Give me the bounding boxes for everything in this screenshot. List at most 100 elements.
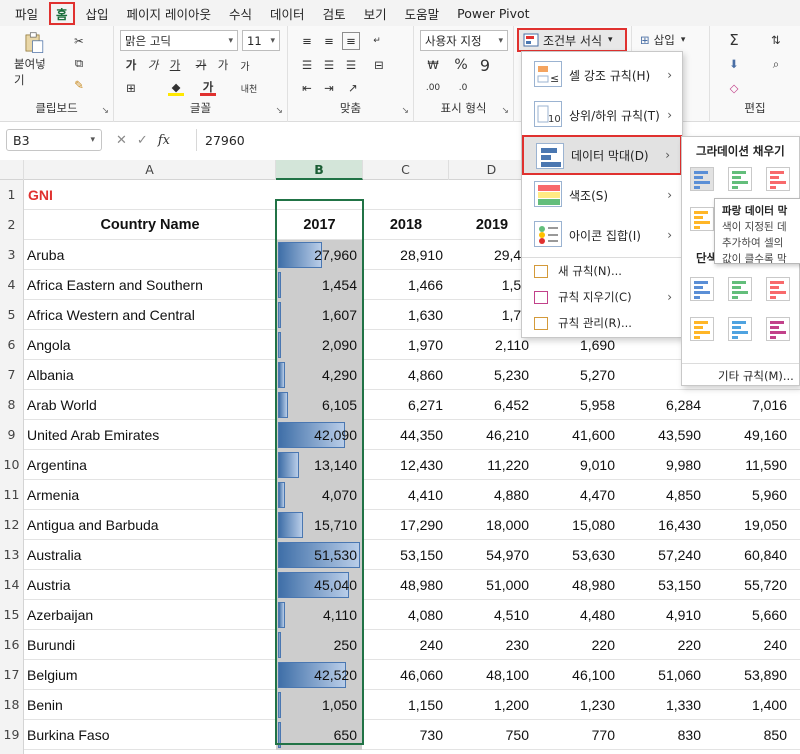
cell-g[interactable]: 60,840 [707, 540, 793, 570]
row-header[interactable]: 14 [0, 570, 24, 600]
cell-f[interactable]: 4,910 [621, 600, 707, 630]
row-header[interactable]: 20 [0, 750, 24, 754]
cell-a[interactable]: Burkina Faso [24, 720, 276, 750]
cell-b[interactable]: 27,960 [276, 240, 363, 270]
cell-f[interactable]: 51,060 [621, 660, 707, 690]
tab-file[interactable]: 파일 [8, 2, 45, 25]
cell-b[interactable]: 6,105 [276, 390, 363, 420]
cell-f[interactable]: 9,980 [621, 450, 707, 480]
increase-decimal-icon[interactable]: .00 [422, 80, 444, 96]
cell-e[interactable]: 220 [535, 630, 621, 660]
tab-insert[interactable]: 삽입 [79, 2, 116, 25]
row-header[interactable]: 4 [0, 270, 24, 300]
cell-e[interactable]: 53,630 [535, 540, 621, 570]
italic-button[interactable]: 가 [146, 56, 160, 74]
row-header[interactable]: 10 [0, 450, 24, 480]
cell-a[interactable]: United Arab Emirates [24, 420, 276, 450]
row-header[interactable]: 11 [0, 480, 24, 510]
cell-d[interactable]: 750 [449, 720, 535, 750]
cell-b[interactable]: 2,090 [276, 330, 363, 360]
cell-f[interactable]: 220 [621, 630, 707, 660]
format-painter-icon[interactable]: ✎ [70, 76, 88, 94]
row-header[interactable]: 12 [0, 510, 24, 540]
borders-icon[interactable]: ⊞ [124, 80, 138, 96]
cell-a[interactable]: Armenia [24, 480, 276, 510]
row-header[interactable]: 19 [0, 720, 24, 750]
cell-d[interactable]: 1,200 [449, 690, 535, 720]
cell-b[interactable]: 4,110 [276, 600, 363, 630]
cell-g[interactable]: 1,400 [707, 690, 793, 720]
cell-a[interactable]: Antigua and Barbuda [24, 510, 276, 540]
sort-filter-icon[interactable]: ⇅ [762, 30, 790, 50]
accounting-format-icon[interactable]: ₩ [422, 56, 444, 74]
column-header-b[interactable]: B [276, 160, 363, 180]
comma-style-icon[interactable]: 9 [476, 56, 494, 75]
cell-b[interactable]: 45,040 [276, 570, 363, 600]
cell-a[interactable]: Burundi [24, 630, 276, 660]
cell-b[interactable]: 51,530 [276, 540, 363, 570]
cell-a[interactable]: Albania [24, 360, 276, 390]
row-header[interactable]: 2 [0, 210, 24, 240]
row-header[interactable]: 8 [0, 390, 24, 420]
cell-c[interactable]: 1,150 [363, 690, 449, 720]
tab-page-layout[interactable]: 페이지 레이아웃 [120, 2, 218, 25]
increase-indent-icon[interactable]: ⇥ [320, 80, 338, 96]
cell-f[interactable]: 57,240 [621, 540, 707, 570]
tab-review[interactable]: 검토 [316, 2, 353, 25]
color-scales-item[interactable]: 색조(S) › [522, 175, 682, 215]
cell-b[interactable]: 1,050 [276, 690, 363, 720]
row-header[interactable]: 1 [0, 180, 24, 210]
cell-a[interactable]: Australia [24, 540, 276, 570]
top-bottom-rules-item[interactable]: 10 상위/하위 규칙(T) › [522, 95, 682, 135]
cell-c[interactable]: 44,350 [363, 420, 449, 450]
cell-b[interactable]: 15,710 [276, 510, 363, 540]
cell-b[interactable]: 1,607 [276, 300, 363, 330]
cell-g[interactable]: 49,160 [707, 420, 793, 450]
cell-c[interactable]: 1,970 [363, 330, 449, 360]
row-header[interactable]: 7 [0, 360, 24, 390]
gradient-orange-swatch[interactable] [690, 207, 714, 231]
cell-g[interactable]: 5,660 [707, 600, 793, 630]
cell-a[interactable]: Angola [24, 330, 276, 360]
align-bottom-icon[interactable]: ≡ [342, 32, 360, 50]
cell-e[interactable]: 5,270 [535, 360, 621, 390]
cell-a[interactable]: Arab World [24, 390, 276, 420]
align-center-icon[interactable]: ☰ [320, 56, 338, 74]
tab-data[interactable]: 데이터 [263, 2, 312, 25]
cell-d[interactable]: 18,000 [449, 510, 535, 540]
grow-font-button[interactable]: 가 [216, 56, 230, 74]
new-rule-item[interactable]: 새 규칙(N)... [522, 258, 682, 284]
cut-icon[interactable]: ✂ [70, 32, 88, 50]
tab-view[interactable]: 보기 [357, 2, 394, 25]
cell-c[interactable]: 53,150 [363, 540, 449, 570]
solid-green-swatch[interactable] [728, 277, 752, 301]
cell-b[interactable]: 4,070 [276, 480, 363, 510]
cell-d[interactable]: 54,970 [449, 540, 535, 570]
cell-b[interactable]: 42,090 [276, 420, 363, 450]
icon-sets-item[interactable]: 아이콘 집합(I) › [522, 215, 682, 255]
fill-icon[interactable]: ⬇ [722, 54, 746, 74]
cell-e[interactable]: 48,980 [535, 570, 621, 600]
cell-b[interactable]: 650 [276, 720, 363, 750]
align-left-icon[interactable]: ☰ [298, 56, 316, 74]
wrap-text-icon[interactable]: ↵ [368, 32, 386, 50]
bold-button[interactable]: 가 [124, 56, 138, 74]
gradient-green-swatch[interactable] [728, 167, 752, 191]
cell-c[interactable]: 28,910 [363, 240, 449, 270]
cell-a[interactable]: Country Name [24, 210, 276, 240]
gradient-red-swatch[interactable] [766, 167, 790, 191]
font-launcher-icon[interactable]: ↘ [275, 106, 283, 116]
cell-e[interactable]: 1,230 [535, 690, 621, 720]
cell-c[interactable]: 4,410 [363, 480, 449, 510]
row-header[interactable]: 16 [0, 630, 24, 660]
cell-a[interactable]: Azerbaijan [24, 600, 276, 630]
insert-cells-button[interactable]: ⊞ 삽입 ▾ [640, 30, 704, 50]
solid-purple-swatch[interactable] [766, 317, 790, 341]
cell-c[interactable]: 730 [363, 720, 449, 750]
name-box[interactable]: B3 ▾ [6, 129, 102, 151]
cell-a[interactable]: Aruba [24, 240, 276, 270]
cell-d[interactable]: 46,210 [449, 420, 535, 450]
alignment-launcher-icon[interactable]: ↘ [401, 106, 409, 116]
row-header[interactable]: 13 [0, 540, 24, 570]
cell-g[interactable]: 11,590 [707, 450, 793, 480]
